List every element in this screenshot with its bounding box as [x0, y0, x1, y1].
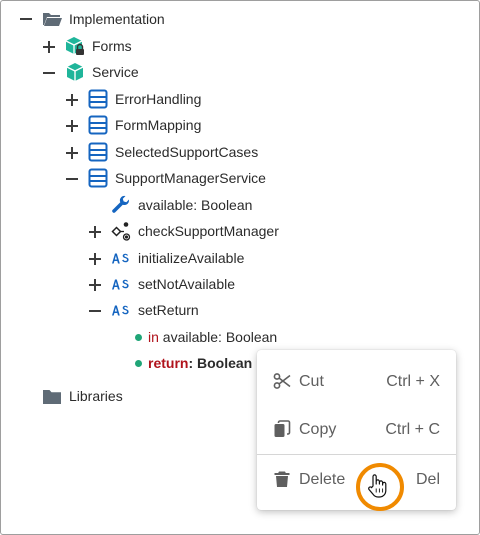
- tree-label-param-in: in available: Boolean: [148, 326, 277, 348]
- param-signature: : Boolean: [188, 355, 253, 371]
- tree-label: ErrorHandling: [115, 91, 202, 107]
- tree-label: Implementation: [69, 11, 165, 27]
- parameter-dot-icon: [135, 360, 142, 367]
- collapse-icon[interactable]: [66, 173, 78, 185]
- hand-pointer-icon: [368, 474, 387, 498]
- tree-label: Service: [92, 64, 139, 80]
- tree-label: SelectedSupportCases: [115, 144, 259, 160]
- tree-label: Forms: [92, 38, 132, 54]
- package-locked-icon: [65, 37, 84, 55]
- process-icon: [111, 222, 131, 241]
- expand-icon[interactable]: [66, 120, 78, 132]
- menu-divider: [257, 454, 456, 455]
- class-icon: [88, 89, 108, 109]
- tree-label: available: Boolean: [138, 197, 253, 213]
- param-signature: available: Boolean: [162, 329, 278, 345]
- tree-label: Libraries: [69, 388, 123, 404]
- folder-icon: [43, 390, 61, 404]
- copy-icon: [274, 420, 291, 437]
- menu-item-cut[interactable]: Cut Ctrl + X: [257, 358, 456, 406]
- expand-icon[interactable]: [89, 279, 101, 291]
- menu-item-label: Cut: [299, 373, 324, 390]
- action-script-icon: [112, 305, 129, 316]
- expand-icon[interactable]: [89, 226, 101, 238]
- param-direction-keyword: return: [148, 355, 189, 371]
- menu-item-shortcut: Del: [415, 471, 440, 488]
- wrench-icon: [112, 195, 130, 213]
- menu-item-shortcut: Ctrl + C: [385, 421, 440, 438]
- expand-icon[interactable]: [43, 41, 55, 53]
- class-icon: [88, 115, 108, 135]
- expand-icon[interactable]: [66, 94, 78, 106]
- folder-open-icon: [43, 13, 62, 26]
- menu-item-shortcut: Ctrl + X: [386, 373, 440, 390]
- action-script-icon: [112, 279, 129, 290]
- tree-label: setReturn: [138, 302, 199, 318]
- param-direction-keyword: in: [148, 329, 159, 345]
- tree-label: checkSupportManager: [138, 223, 279, 239]
- tree-label: initializeAvailable: [138, 250, 245, 266]
- expand-icon[interactable]: [66, 147, 78, 159]
- tree-label: setNotAvailable: [138, 276, 236, 292]
- tree-label: SupportManagerService: [115, 170, 266, 186]
- trash-icon: [274, 471, 290, 487]
- package-icon: [66, 63, 84, 81]
- action-script-icon: [112, 253, 129, 264]
- menu-item-label: Delete: [299, 471, 346, 488]
- tree-label-param-return: return: Boolean: [148, 352, 252, 374]
- menu-item-copy[interactable]: Copy Ctrl + C: [257, 406, 456, 454]
- class-icon: [88, 142, 108, 162]
- class-icon: [88, 168, 108, 188]
- tree-label: FormMapping: [115, 117, 202, 133]
- parameter-dot-icon: [135, 334, 142, 341]
- menu-item-label: Copy: [299, 421, 337, 438]
- expand-icon[interactable]: [89, 253, 101, 265]
- collapse-icon[interactable]: [89, 305, 101, 317]
- scissors-icon: [273, 373, 291, 389]
- collapse-icon[interactable]: [20, 13, 32, 25]
- collapse-icon[interactable]: [43, 67, 55, 79]
